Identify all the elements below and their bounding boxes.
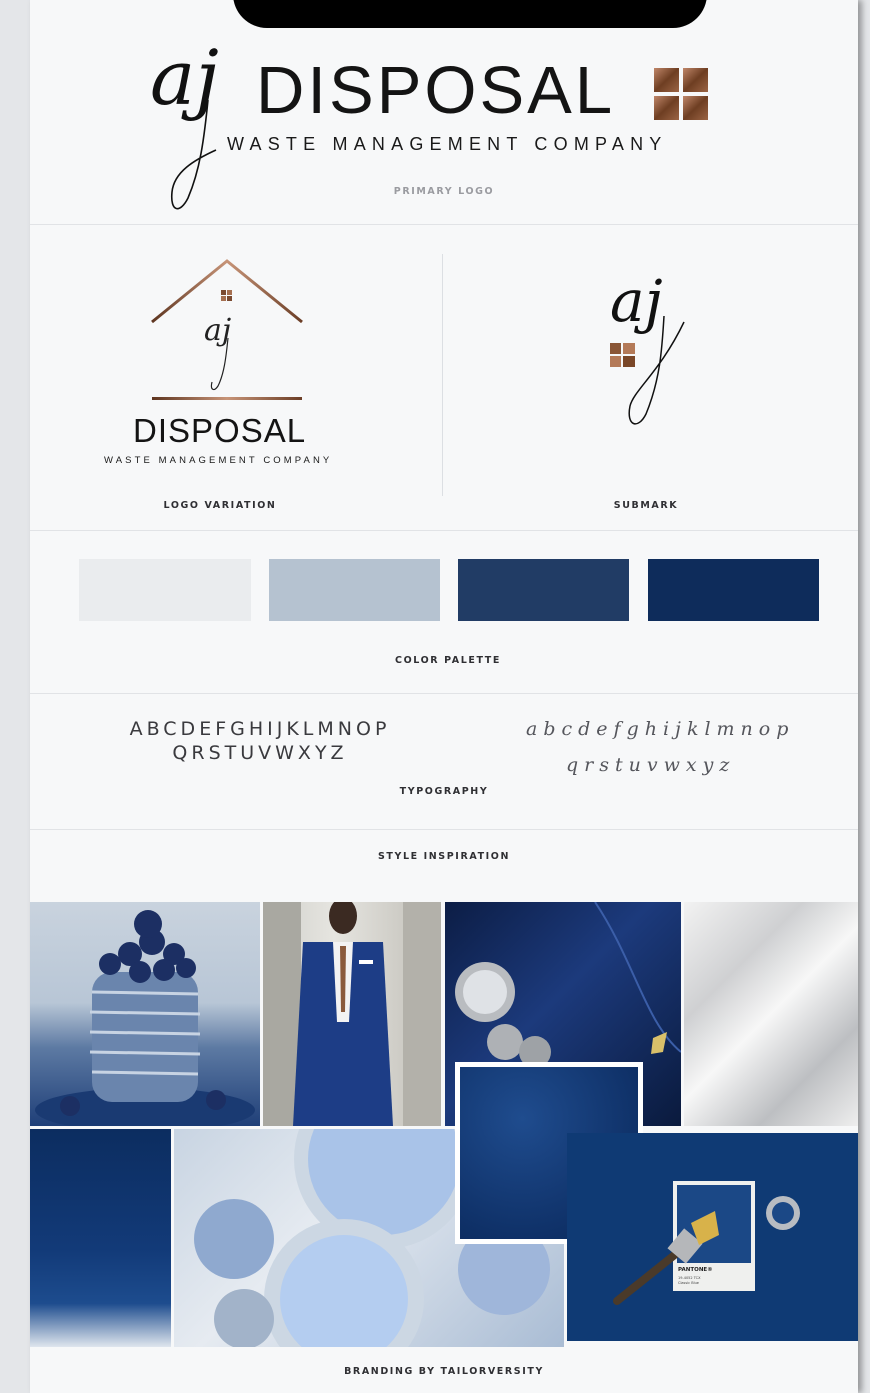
white-satin-photo bbox=[684, 902, 858, 1126]
lowercase-alphabet-line-2: qrstuvwxyz bbox=[566, 754, 736, 776]
color-palette-caption: COLOR PALETTE bbox=[395, 655, 501, 666]
color-swatch-1 bbox=[79, 559, 251, 621]
window-icon bbox=[610, 343, 635, 367]
logo-variation-flourish bbox=[210, 337, 229, 391]
lowercase-alphabet-line-1: abcdefghijklmnop bbox=[526, 718, 795, 740]
brand-board: aj DISPOSAL WASTE MANAGEMENT COMPANY PRI… bbox=[30, 0, 858, 1393]
blueberry-pancakes-photo bbox=[30, 902, 260, 1126]
window-icon bbox=[654, 68, 708, 120]
ocean-water-photo bbox=[30, 1129, 171, 1347]
vertical-divider bbox=[442, 254, 443, 496]
color-swatch-3 bbox=[458, 559, 629, 621]
style-inspiration-caption: STYLE INSPIRATION bbox=[377, 851, 511, 862]
submark-flourish bbox=[628, 315, 685, 425]
footer-credit: BRANDING BY TAILORVERSITY bbox=[344, 1366, 544, 1377]
primary-logo-tagline: WASTE MANAGEMENT COMPANY bbox=[227, 134, 668, 154]
divider bbox=[30, 829, 858, 830]
color-swatch-2 bbox=[269, 559, 440, 621]
uppercase-alphabet-line-2: QRSTUVWXYZ bbox=[172, 742, 348, 764]
primary-logo-wordmark: DISPOSAL bbox=[256, 53, 616, 128]
logo-variation-rule bbox=[152, 397, 302, 400]
divider bbox=[30, 224, 858, 225]
logo-variation-tagline: WASTE MANAGEMENT COMPANY bbox=[104, 455, 333, 466]
primary-logo-flourish bbox=[170, 99, 217, 210]
divider bbox=[30, 530, 858, 531]
navy-suit-photo bbox=[263, 902, 441, 1126]
device-notch bbox=[233, 0, 707, 28]
typography-caption: TYPOGRAPHY bbox=[399, 786, 489, 797]
logo-variation-wordmark: DISPOSAL bbox=[133, 412, 307, 449]
paint-can-icon bbox=[766, 1196, 800, 1230]
primary-logo-caption: PRIMARY LOGO bbox=[393, 186, 495, 197]
divider bbox=[30, 693, 858, 694]
logo-variation-caption: LOGO VARIATION bbox=[163, 500, 277, 511]
window-icon bbox=[221, 290, 232, 301]
submark-caption: SUBMARK bbox=[613, 500, 679, 511]
pantone-brush-photo: PANTONE® 19-4052 TCX Classic Blue bbox=[567, 1133, 858, 1341]
paintbrush-icon bbox=[613, 1211, 719, 1305]
uppercase-alphabet-line-1: ABCDEFGHIJKLMNOP bbox=[129, 718, 391, 740]
color-swatch-4 bbox=[648, 559, 819, 621]
